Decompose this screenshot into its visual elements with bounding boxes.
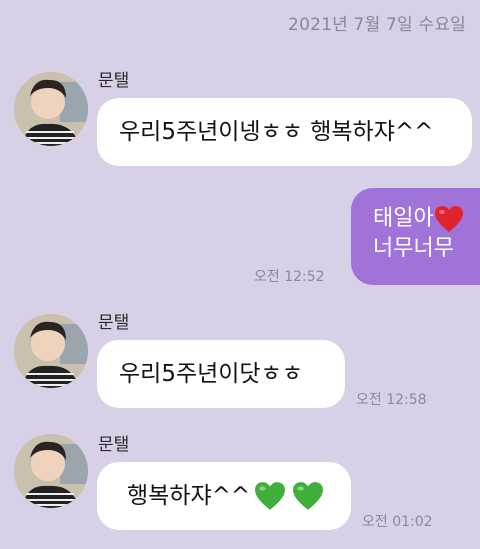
- avatar-photo: [14, 314, 88, 388]
- sender-name: 문탤: [98, 71, 130, 91]
- message-bubble[interactable]: 행복하쟈^^: [97, 462, 351, 530]
- my-message-bubble[interactable]: 태일아 너무너무: [351, 188, 480, 285]
- message-text: 우리5주년이닷ㅎㅎ: [119, 360, 303, 387]
- date-divider: 2021년 7월 7일 수요일: [288, 15, 466, 35]
- message-text: 행복하쟈^^: [127, 482, 251, 509]
- avatar-photo: [14, 434, 88, 508]
- contact-avatar[interactable]: [14, 314, 88, 388]
- my-message-text: 태일아: [373, 206, 434, 231]
- message-timestamp: 오전 01:02: [362, 514, 433, 530]
- message-bubble[interactable]: 우리5주년이닷ㅎㅎ: [97, 340, 345, 408]
- sender-name: 문탤: [98, 313, 130, 333]
- contact-avatar[interactable]: [14, 434, 88, 508]
- message-bubble[interactable]: 우리5주년이넹ㅎㅎ 행복하쟈^^: [97, 98, 472, 166]
- sender-name: 문탤: [98, 435, 130, 455]
- message-text: 우리5주년이넹ㅎㅎ 행복하쟈^^: [119, 118, 434, 145]
- my-message-line-1: 태일아: [373, 204, 480, 234]
- red-heart-icon: [434, 206, 463, 232]
- avatar-photo: [14, 72, 88, 146]
- green-heart-icon: [255, 482, 286, 510]
- green-heart-icon: [293, 482, 324, 510]
- contact-avatar[interactable]: [14, 72, 88, 146]
- message-timestamp: 오전 12:58: [356, 392, 427, 408]
- my-message-line-2: 너무너무: [373, 236, 454, 261]
- message-timestamp: 오전 12:52: [254, 269, 325, 285]
